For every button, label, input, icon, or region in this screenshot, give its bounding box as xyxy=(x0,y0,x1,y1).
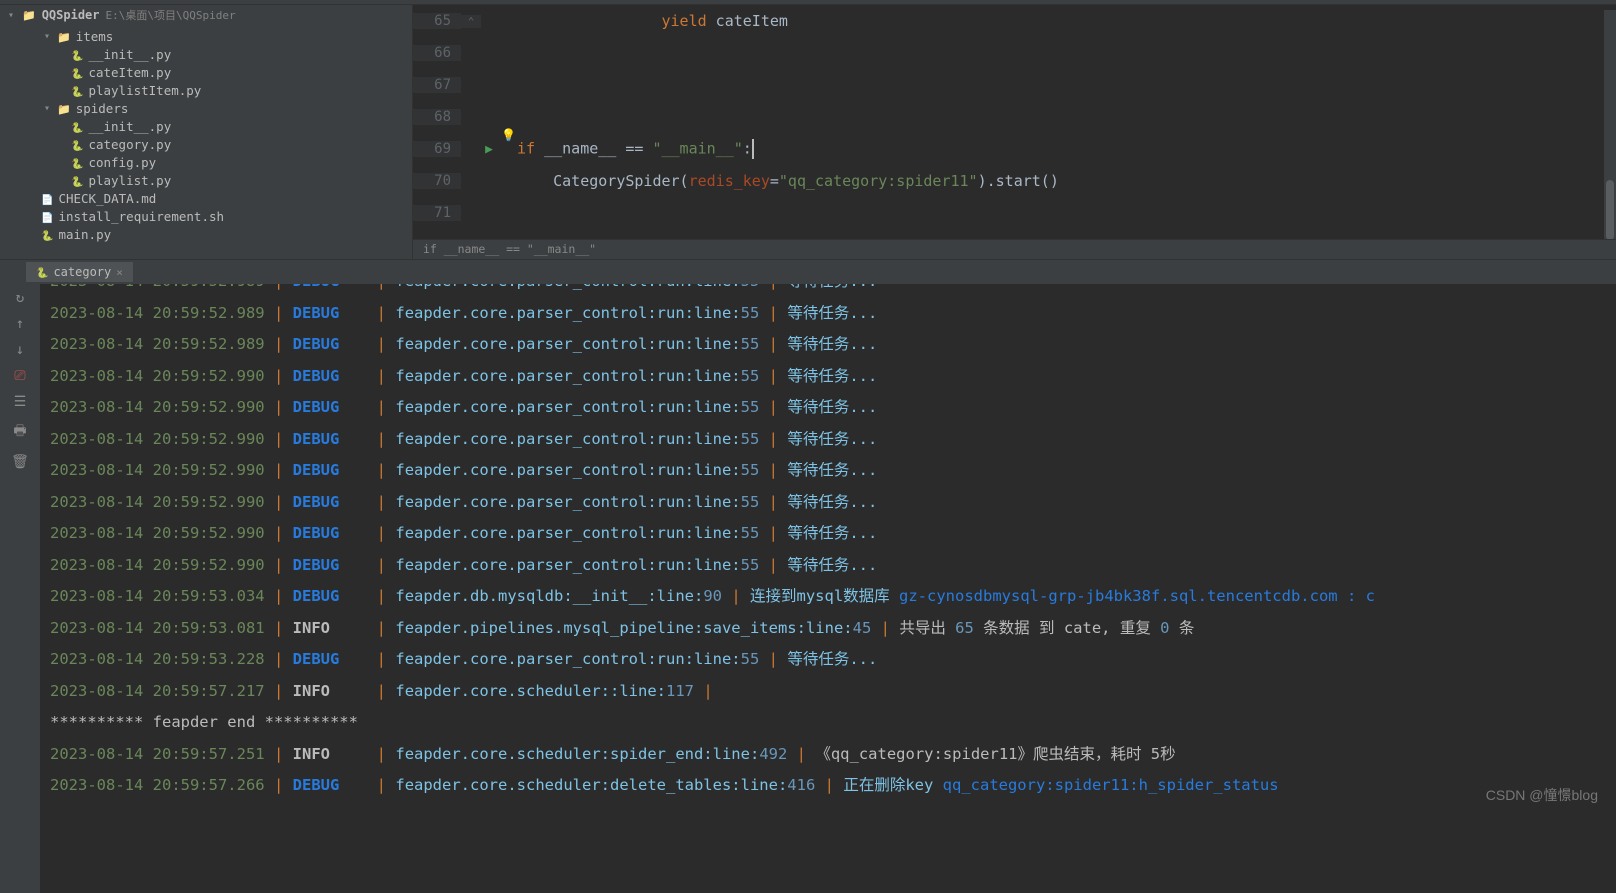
tree-item[interactable]: playlist.py xyxy=(0,171,412,189)
tree-label: playlistItem.py xyxy=(88,83,201,98)
chevron-icon: ▾ xyxy=(44,103,52,114)
tree-item[interactable]: cateItem.py xyxy=(0,63,412,81)
tree-item[interactable]: __init__.py xyxy=(0,45,412,63)
line-number: 70 xyxy=(413,173,461,189)
run-gutter-icon[interactable]: ▶ xyxy=(481,142,497,157)
fold-gutter[interactable]: ⌃ xyxy=(461,15,481,28)
file-icon xyxy=(71,155,83,170)
close-icon[interactable]: × xyxy=(116,266,123,279)
line-number: 69 xyxy=(413,141,461,157)
print-icon[interactable]: 🖶 xyxy=(13,420,26,444)
stop-icon[interactable]: ⎚ xyxy=(14,368,25,384)
run-tab-label: category xyxy=(53,265,111,279)
file-icon xyxy=(57,101,71,116)
line-number: 71 xyxy=(413,205,461,221)
chevron-icon: ▾ xyxy=(44,31,52,42)
line-number: 67 xyxy=(413,77,461,93)
layout-icon[interactable]: ☰ xyxy=(14,394,27,410)
log-line: 2023-08-14 20:59:53.081 | INFO | feapder… xyxy=(50,613,1606,645)
log-line: 2023-08-14 20:59:52.990 | DEBUG | feapde… xyxy=(50,455,1606,487)
code-text[interactable]: yield cateItem xyxy=(497,12,788,30)
python-icon xyxy=(36,265,48,279)
run-panel: category × ↻ ↑ ↓ ⎚ ☰ 🖶 🗑 2023-08-14 20:5… xyxy=(0,259,1616,893)
tree-label: install_requirement.sh xyxy=(58,209,224,224)
code-text[interactable]: CategorySpider(redis_key="qq_category:sp… xyxy=(497,172,1059,190)
file-icon xyxy=(71,119,83,134)
intention-bulb-icon[interactable]: 💡 xyxy=(501,128,516,142)
project-path: E:\桌面\项目\QQSpider xyxy=(106,7,236,23)
tree-item[interactable]: ▾ items xyxy=(0,27,412,45)
tree-item[interactable]: __init__.py xyxy=(0,117,412,135)
trash-icon[interactable]: 🗑 xyxy=(11,454,29,470)
code-editor: 65⌃ yield cateItem66676869▶if __name__ =… xyxy=(413,5,1616,259)
log-line: 2023-08-14 20:59:57.266 | DEBUG | feapde… xyxy=(50,770,1606,802)
tree-label: main.py xyxy=(58,227,111,242)
log-line: ********** feapder end ********** xyxy=(50,707,1606,739)
tree-label: __init__.py xyxy=(88,119,171,134)
log-line: 2023-08-14 20:59:52.990 | DEBUG | feapde… xyxy=(50,361,1606,393)
file-icon xyxy=(57,29,71,44)
console-output[interactable]: 2023-08-14 20:59:52.989 | DEBUG | feapde… xyxy=(40,284,1616,893)
project-name: QQSpider xyxy=(42,8,100,22)
rerun-icon[interactable]: ↻ xyxy=(16,290,24,306)
log-line: 2023-08-14 20:59:52.990 | DEBUG | feapde… xyxy=(50,392,1606,424)
log-line: 2023-08-14 20:59:53.034 | DEBUG | feapde… xyxy=(50,581,1606,613)
log-line: 2023-08-14 20:59:52.990 | DEBUG | feapde… xyxy=(50,424,1606,456)
log-line: 2023-08-14 20:59:52.990 | DEBUG | feapde… xyxy=(50,487,1606,519)
project-sidebar: ▾ QQSpider E:\桌面\项目\QQSpider ▾ items __ini… xyxy=(0,5,413,259)
up-icon[interactable]: ↑ xyxy=(16,316,24,332)
down-icon[interactable]: ↓ xyxy=(16,342,24,358)
run-tabs: category × xyxy=(0,260,1616,284)
tree-label: CHECK_DATA.md xyxy=(58,191,156,206)
log-line: 2023-08-14 20:59:53.228 | DEBUG | feapde… xyxy=(50,644,1606,676)
tree-item[interactable]: category.py xyxy=(0,135,412,153)
file-icon xyxy=(71,65,83,80)
log-line: 2023-08-14 20:59:52.989 | DEBUG | feapde… xyxy=(50,284,1606,298)
file-icon xyxy=(71,137,83,152)
tree-item[interactable]: config.py xyxy=(0,153,412,171)
code-area[interactable]: 65⌃ yield cateItem 66 67 68 69 ▶if __name__ =… xyxy=(413,5,1616,239)
tree-label: category.py xyxy=(88,137,171,152)
tree-item[interactable]: playlistItem.py xyxy=(0,81,412,99)
file-icon xyxy=(71,47,83,62)
breadcrumb[interactable]: if __name__ == "__main__" xyxy=(413,239,1616,259)
log-line: 2023-08-14 20:59:52.990 | DEBUG | feapde… xyxy=(50,518,1606,550)
log-line: 2023-08-14 20:59:57.217 | INFO | feapder… xyxy=(50,676,1606,708)
file-icon xyxy=(41,191,53,206)
code-text[interactable]: if __name__ == "__main__": xyxy=(497,139,754,159)
chevron-down-icon: ▾ xyxy=(8,10,16,21)
log-line: 2023-08-14 20:59:57.251 | INFO | feapder… xyxy=(50,739,1606,771)
line-number: 66 xyxy=(413,45,461,61)
file-icon xyxy=(41,227,53,242)
log-line: 2023-08-14 20:59:52.989 | DEBUG | feapde… xyxy=(50,329,1606,361)
tree-label: config.py xyxy=(88,155,156,170)
file-icon xyxy=(71,173,83,188)
tree-item[interactable]: install_requirement.sh xyxy=(0,207,412,225)
file-tree: ▾ items __init__.py cateItem.py playlistItem… xyxy=(0,25,412,245)
log-line: 2023-08-14 20:59:52.990 | DEBUG | feapde… xyxy=(50,550,1606,582)
tree-label: items xyxy=(76,29,114,44)
line-number: 65 xyxy=(413,13,461,29)
folder-icon xyxy=(22,8,36,22)
run-tab-category[interactable]: category × xyxy=(26,262,133,282)
tree-label: playlist.py xyxy=(88,173,171,188)
tree-item[interactable]: CHECK_DATA.md xyxy=(0,189,412,207)
log-line: 2023-08-14 20:59:52.989 | DEBUG | feapde… xyxy=(50,298,1606,330)
file-icon xyxy=(41,209,53,224)
run-toolbar: ↻ ↑ ↓ ⎚ ☰ 🖶 🗑 xyxy=(0,284,40,893)
editor-scrollbar[interactable] xyxy=(1604,10,1616,239)
tree-label: spiders xyxy=(76,101,129,116)
tree-label: __init__.py xyxy=(88,47,171,62)
tree-item[interactable]: ▾ spiders xyxy=(0,99,412,117)
file-icon xyxy=(71,83,83,98)
watermark: CSDN @憧憬blog xyxy=(1486,785,1598,805)
tree-label: cateItem.py xyxy=(88,65,171,80)
project-root[interactable]: ▾ QQSpider E:\桌面\项目\QQSpider xyxy=(0,5,412,25)
tree-item[interactable]: main.py xyxy=(0,225,412,243)
line-number: 68 xyxy=(413,109,461,125)
